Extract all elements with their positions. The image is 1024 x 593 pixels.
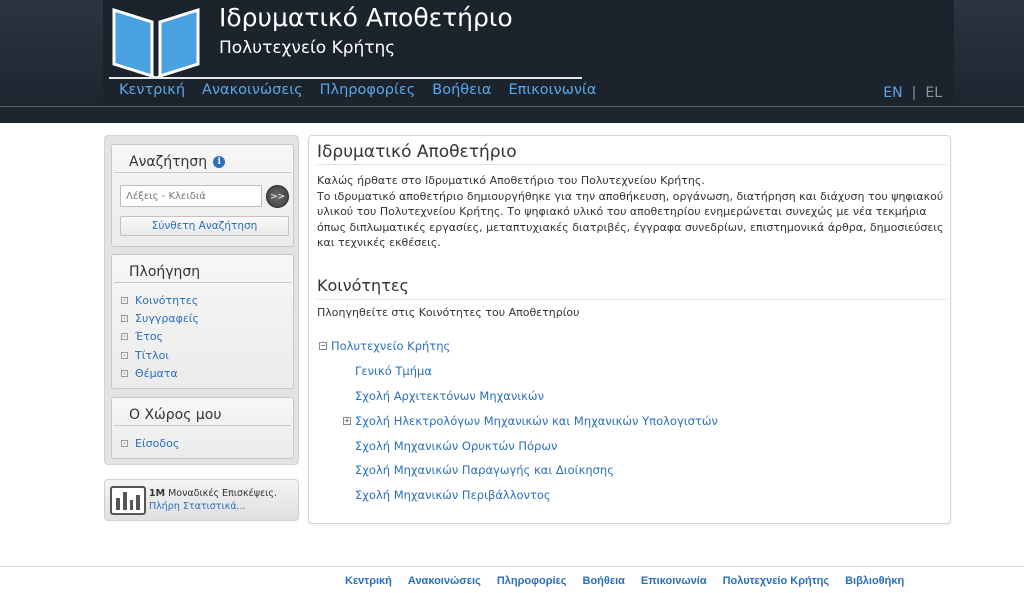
login-link[interactable]: › Είσοδος [121,434,293,452]
communities-divider [317,299,947,300]
footer-nav: Κεντρική Ανακοινώσεις Πληροφορίες Βοήθει… [345,575,904,587]
browse-heading: Πλοήγηση [114,255,291,283]
nav-contact[interactable]: Επικοινωνία [508,82,596,98]
footer-link-contact[interactable]: Επικοινωνία [641,575,707,587]
browse-item-titles[interactable]: › Τίτλοι [121,346,293,364]
lang-en[interactable]: EN [883,85,902,101]
top-nav: Κεντρική Ανακοινώσεις Πληροφορίες Βοήθει… [119,82,596,98]
intro-welcome: Καλώς ήρθατε στο Ιδρυματικό Αποθετήριο τ… [317,174,705,187]
communities-description: Πλοηγηθείτε στις Κοινότητες του Αποθετηρ… [317,306,580,319]
footer-link-home[interactable]: Κεντρική [345,575,392,587]
browse-item-subjects[interactable]: › Θέματα [121,364,293,382]
my-space-box: Ο Χώρος μου › Είσοδος [111,397,294,459]
visits-number: 1M [149,488,166,499]
tree-child-label[interactable]: Σχολή Ηλεκτρολόγων Μηχανικών και Μηχανικ… [355,414,718,428]
my-space-list: › Είσοδος [112,426,293,452]
footer-link-help[interactable]: Βοήθεια [583,575,625,587]
search-heading: Αναζήτηση i [114,145,291,173]
tree-child-label[interactable]: Σχολή Αρχιτεκτόνων Μηχανικών [355,389,544,403]
browse-item-label: Συγγραφείς [135,311,199,325]
nav-divider [109,77,582,79]
tree-child[interactable]: Σχολή Μηχανικών Παραγωγής και Διοίκησης [355,463,614,477]
tree-child[interactable]: + Σχολή Ηλεκτρολόγων Μηχανικών και Μηχαν… [343,414,718,428]
bullet-icon: › [121,314,128,322]
footer-link-announcements[interactable]: Ανακοινώσεις [408,575,481,587]
tree-child-label[interactable]: Γενικό Τμήμα [355,364,432,378]
nav-home[interactable]: Κεντρική [119,82,185,98]
browse-item-label: Τίτλοι [135,348,170,362]
tree-root[interactable]: − Πολυτεχνείο Κρήτης [319,339,450,353]
intro-text: Καλώς ήρθατε στο Ιδρυματικό Αποθετήριο τ… [317,173,947,251]
browse-item-label: Κοινότητες [135,293,199,307]
bullet-icon: › [121,333,128,341]
bullet-icon: › [121,369,128,377]
language-switcher: EN | EL [883,85,942,101]
tree-child-label[interactable]: Σχολή Μηχανικών Ορυκτών Πόρων [355,439,557,453]
intro-description: Το ιδρυματικό αποθετήριο δημιουργήθηκε γ… [317,189,944,250]
search-go-button[interactable]: >> [266,185,289,208]
sidebar: Αναζήτηση i >> Σύνθετη Αναζήτηση Πλοήγησ… [104,135,299,465]
footer-divider [0,566,1024,567]
browse-item-year[interactable]: › Έτος [121,328,293,346]
bar-chart-icon [110,486,146,515]
search-box: Αναζήτηση i >> Σύνθετη Αναζήτηση [111,144,294,247]
communities-title: Κοινότητες [317,276,409,295]
tree-child[interactable]: Γενικό Τμήμα [355,364,432,378]
nav-information[interactable]: Πληροφορίες [320,82,416,98]
nav-help[interactable]: Βοήθεια [432,82,491,98]
search-input[interactable] [120,185,262,207]
stats-widget[interactable]: 1M Μοναδικές Επισκέψεις. Πλήρη Στατιστικ… [104,479,299,521]
browse-item-communities[interactable]: › Κοινότητες [121,291,293,309]
open-book-logo-icon[interactable] [110,4,202,78]
tree-child-label[interactable]: Σχολή Μηχανικών Περιβάλλοντος [355,488,551,502]
bullet-icon: › [121,351,128,359]
tree-child[interactable]: Σχολή Αρχιτεκτόνων Μηχανικών [355,389,544,403]
tree-child[interactable]: Σχολή Μηχανικών Περιβάλλοντος [355,488,551,502]
visits-count: 1M Μοναδικές Επισκέψεις. [149,488,277,499]
lang-separator: | [911,85,917,101]
search-heading-label: Αναζήτηση [129,153,208,170]
bullet-icon: › [121,439,128,447]
header: Ιδρυματικό Αποθετήριο Πολυτεχνείο Κρήτης… [103,0,954,103]
login-label: Είσοδος [135,436,180,450]
tree-child[interactable]: Σχολή Μηχανικών Ορυκτών Πόρων [355,439,557,453]
advanced-search-button[interactable]: Σύνθετη Αναζήτηση [120,216,289,236]
footer-link-university[interactable]: Πολυτεχνείο Κρήτης [723,575,829,587]
bullet-icon: › [121,296,128,304]
tree-root-label[interactable]: Πολυτεχνείο Κρήτης [331,339,450,353]
site-title[interactable]: Ιδρυματικό Αποθετήριο [219,3,513,32]
full-stats-link[interactable]: Πλήρη Στατιστικά... [149,501,246,512]
browse-item-label: Έτος [135,330,164,344]
page-title: Ιδρυματικό Αποθετήριο [317,142,517,162]
lang-el[interactable]: EL [925,85,942,101]
browse-box: Πλοήγηση › Κοινότητες › Συγγραφείς › Έτος ›… [111,254,294,389]
footer-link-library[interactable]: Βιβλιοθήκη [845,575,904,587]
tree-child-label[interactable]: Σχολή Μηχανικών Παραγωγής και Διοίκησης [355,463,614,477]
nav-announcements[interactable]: Ανακοινώσεις [202,82,303,98]
browse-item-label: Θέματα [135,366,178,380]
my-space-heading: Ο Χώρος μου [114,398,291,426]
expand-icon[interactable]: + [343,417,351,425]
collapse-icon[interactable]: − [319,342,327,350]
main-content: Ιδρυματικό Αποθετήριο Καλώς ήρθατε στο Ι… [308,135,951,524]
info-icon[interactable]: i [213,155,226,168]
visits-label: Μοναδικές Επισκέψεις. [168,488,277,499]
header-bottom-line [0,106,1024,107]
title-divider [317,164,947,165]
footer-link-information[interactable]: Πληροφορίες [497,575,567,587]
site-subtitle: Πολυτεχνείο Κρήτης [219,38,396,58]
browse-item-authors[interactable]: › Συγγραφείς [121,309,293,327]
browse-list: › Κοινότητες › Συγγραφείς › Έτος › Τίτλοι › Θ… [112,283,293,382]
